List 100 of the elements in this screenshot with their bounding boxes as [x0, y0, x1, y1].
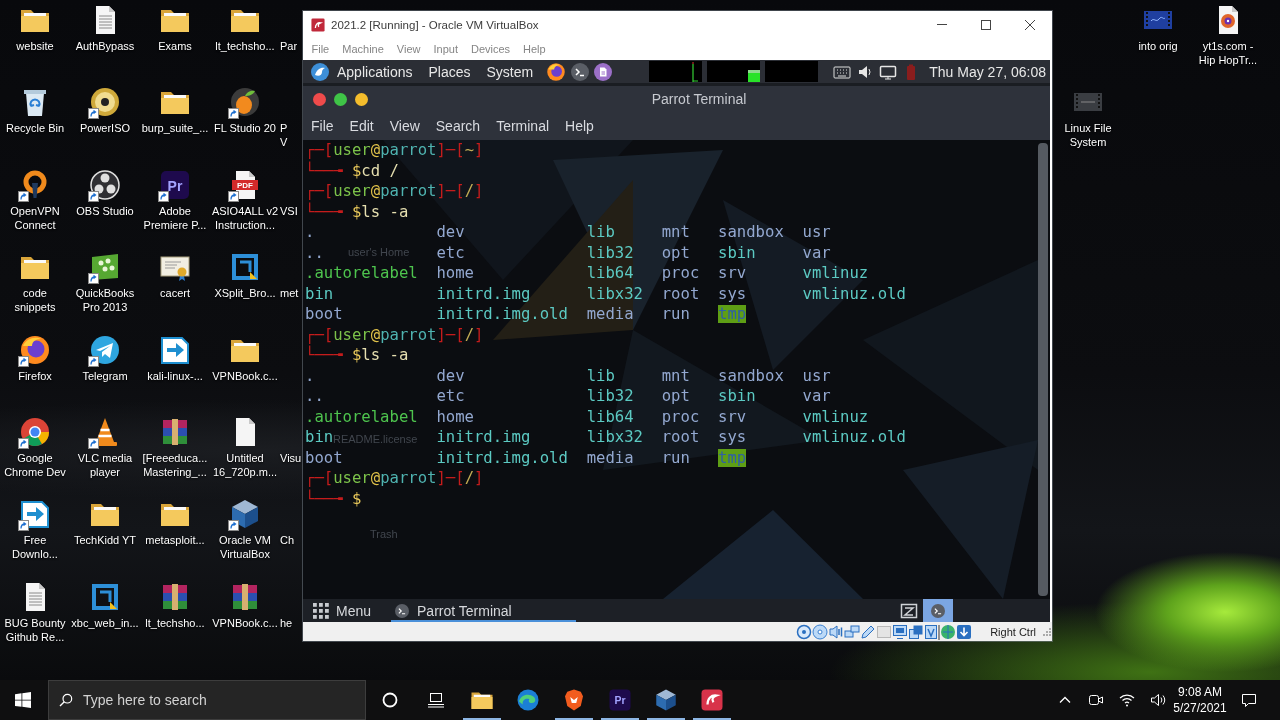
menu-button[interactable]: Menu	[313, 599, 372, 622]
window-control-button[interactable]	[334, 92, 347, 106]
panel-menu[interactable]: System	[478, 60, 542, 83]
letter-tile-icon[interactable]: Pr	[159, 168, 191, 201]
icon-label[interactable]: website	[16, 39, 54, 53]
icon-label[interactable]: P V	[280, 121, 288, 150]
keyboard-icon[interactable]	[833, 64, 852, 79]
icon-label[interactable]: met	[280, 286, 299, 301]
menu-item[interactable]: Terminal	[488, 112, 558, 140]
menu-item[interactable]: File	[305, 43, 336, 55]
icon-label[interactable]: Visu	[280, 450, 302, 465]
notification-icon[interactable]	[1241, 692, 1257, 708]
icon-label[interactable]: [Freeeduca... Mastering_...	[142, 450, 208, 479]
icon-label[interactable]: XSplit_Bro...	[214, 286, 276, 301]
icon-label[interactable]: AuthBypass	[75, 39, 135, 53]
icon-label[interactable]: VLC media player	[77, 450, 133, 479]
menu-item[interactable]: View	[390, 43, 427, 55]
menu-item[interactable]: Devices	[464, 43, 517, 55]
clock-time[interactable]: 9:08 AM	[1178, 684, 1222, 700]
cube-icon	[654, 688, 678, 712]
scrollbar[interactable]	[1038, 140, 1050, 599]
speaker-icon[interactable]	[1150, 692, 1166, 708]
icon-label[interactable]: yt1s.com - Hip HopTr...	[1198, 39, 1258, 67]
document-icon[interactable]	[594, 62, 613, 81]
clock-date[interactable]: 5/27/2021	[1173, 700, 1227, 716]
window-control-button[interactable]	[355, 92, 368, 106]
icon-label[interactable]: Linux File System	[1064, 121, 1112, 150]
icon-label[interactable]: Exams	[158, 39, 192, 53]
flame-globe-icon[interactable]	[19, 333, 51, 366]
icon-label[interactable]: VSI	[280, 203, 298, 218]
icon-label[interactable]: Ch	[280, 533, 295, 548]
menu-item[interactable]: Machine	[335, 43, 391, 55]
panel-menu[interactable]: Applications	[329, 60, 421, 83]
icon-label[interactable]: VPNBook.c...	[212, 368, 278, 383]
globe-icon[interactable]	[940, 623, 957, 640]
icon-label[interactable]: OBS Studio	[76, 203, 134, 218]
icon-label[interactable]: Untitled 16_720p.m...	[212, 450, 278, 479]
stacked-squares-icon[interactable]	[908, 623, 925, 640]
prompt-line: ┌─[user@parrot]─[/]	[305, 325, 484, 344]
icon-label[interactable]: kali-linux-...	[147, 368, 203, 383]
icon-label[interactable]: lt_techsho...	[145, 615, 205, 630]
menu-item[interactable]: File	[303, 112, 342, 140]
wifi-icon[interactable]	[1119, 692, 1135, 708]
disc-icon[interactable]	[89, 86, 121, 119]
icon-label[interactable]: ASIO4ALL v2 Instruction...	[211, 203, 279, 232]
menu-item[interactable]: Input	[426, 43, 465, 55]
aperture-icon[interactable]	[89, 168, 121, 201]
icon-label[interactable]: Free Downlo...	[12, 533, 58, 562]
camera-icon[interactable]	[1088, 692, 1104, 708]
terminal-icon[interactable]	[571, 62, 590, 81]
monitor-icon[interactable]	[879, 63, 898, 80]
chip-icon[interactable]	[924, 623, 941, 640]
flame-globe-icon[interactable]	[546, 61, 567, 82]
network-icon[interactable]	[844, 623, 861, 640]
tricolor-circle-icon[interactable]	[19, 415, 51, 448]
panel-clock[interactable]: Thu May 27, 06:08	[929, 63, 1046, 80]
icon-label[interactable]: QuickBooks Pro 2013	[75, 286, 135, 315]
icon-label[interactable]: Firefox	[18, 368, 52, 383]
feather-circle-icon[interactable]	[311, 62, 329, 81]
zigzag-box-icon[interactable]	[900, 602, 918, 619]
file-name: sandbox	[718, 366, 784, 385]
icon-label[interactable]: metasploit...	[145, 533, 205, 548]
icon-label[interactable]: TechKidd YT	[73, 533, 137, 548]
icon-label[interactable]: burp_suite_...	[141, 121, 209, 136]
file-name: sandbox	[718, 223, 784, 241]
menu-item[interactable]: Help	[557, 112, 602, 140]
disk-icon[interactable]	[796, 623, 813, 640]
icon-label[interactable]: Adobe Premiere P...	[143, 203, 207, 232]
icon-label[interactable]: he	[280, 615, 293, 630]
workspace-button[interactable]	[923, 599, 953, 622]
search-field[interactable]: Type here to search	[48, 680, 366, 720]
icon-label[interactable]: Oracle VM VirtualBox	[219, 533, 271, 562]
icon-label[interactable]: Google Chrome Dev	[4, 450, 66, 479]
icon-label[interactable]: cacert	[160, 286, 190, 301]
icon-label[interactable]: PowerISO	[79, 121, 131, 136]
icon-label[interactable]: Par	[280, 39, 298, 53]
fruit-icon[interactable]	[229, 86, 261, 119]
icon-label[interactable]: into orig	[1138, 39, 1178, 53]
icon-label[interactable]: VPNBook.c...	[212, 615, 278, 630]
cube-icon[interactable]	[229, 498, 261, 531]
arrow-page-icon[interactable]	[19, 498, 51, 531]
icon-label[interactable]: OpenVPN Connect	[10, 203, 60, 232]
icon-label[interactable]: Telegram	[82, 368, 128, 383]
menu-item[interactable]: View	[381, 112, 428, 140]
paper-plane-icon[interactable]	[89, 333, 121, 366]
icon-label[interactable]: code snippets	[14, 286, 56, 315]
panel-menu[interactable]: Places	[420, 60, 479, 83]
icon-label[interactable]: FL Studio 20	[214, 121, 276, 136]
resize-grip-icon[interactable]	[1043, 627, 1051, 636]
icon-label[interactable]: lt_techsho...	[215, 39, 275, 53]
prompt-line: ┌─[user@parrot]─[/]	[305, 469, 484, 487]
file-name: proc	[661, 407, 700, 426]
task-button[interactable]: Parrot Terminal	[391, 599, 577, 622]
icon-label[interactable]: xbc_web_in...	[71, 615, 139, 630]
menu-item[interactable]: Edit	[341, 112, 382, 140]
window-control-button[interactable]	[313, 92, 326, 106]
menu-item[interactable]: Help	[516, 43, 553, 55]
icon-label[interactable]: BUG Bounty Github Re...	[4, 615, 66, 644]
icon-label[interactable]: Recycle Bin	[5, 121, 65, 136]
menu-item[interactable]: Search	[427, 112, 489, 140]
